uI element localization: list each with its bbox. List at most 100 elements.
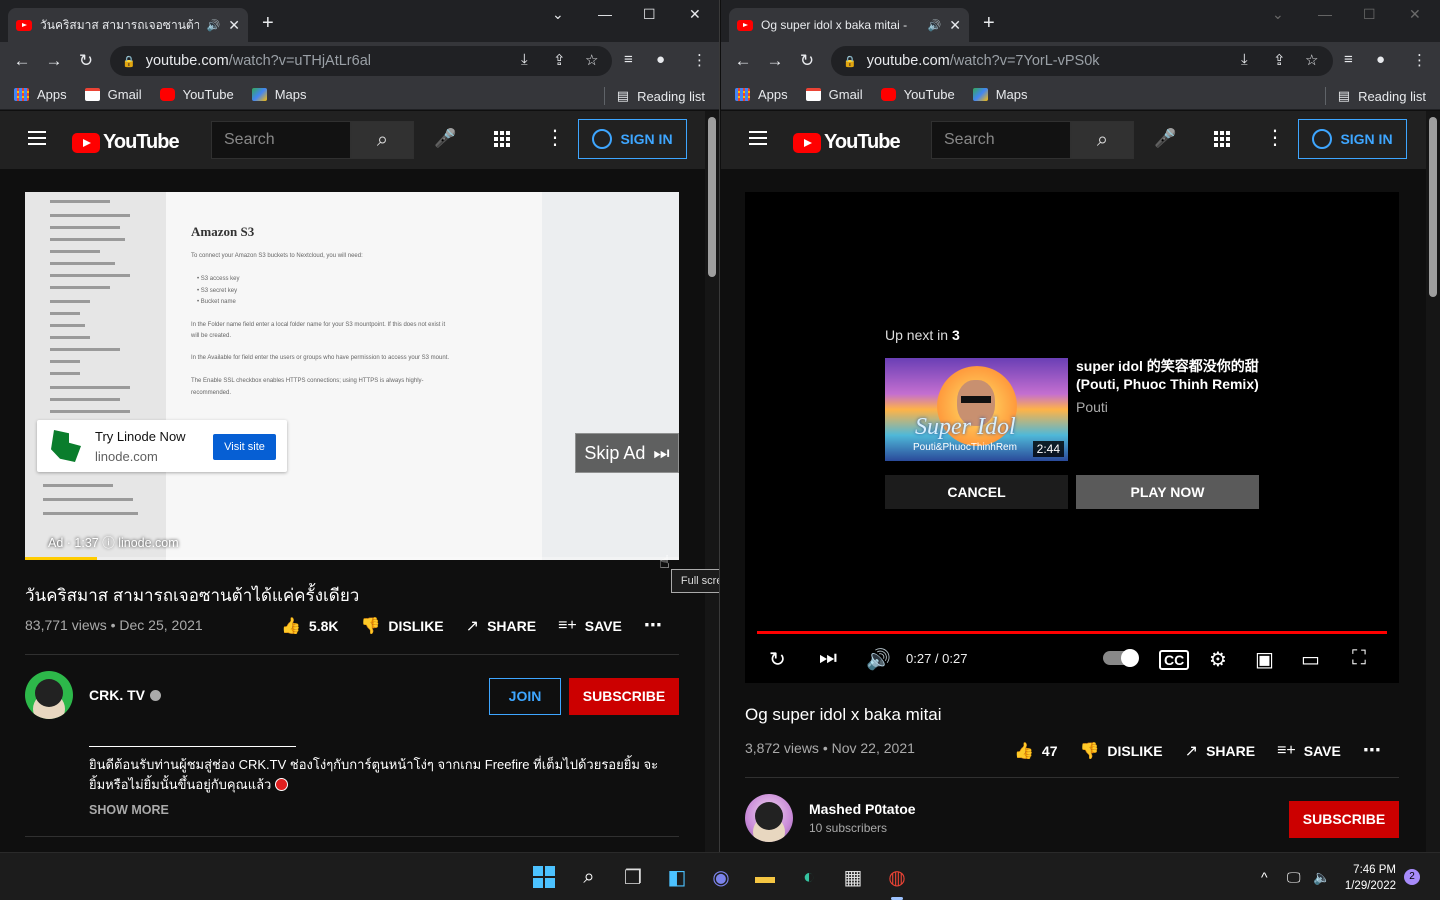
new-tab-button[interactable]: + <box>983 12 995 35</box>
file-explorer-icon[interactable]: ▬ <box>752 864 778 890</box>
settings-gear-icon[interactable]: ⚙ <box>1209 647 1227 672</box>
dislike-button[interactable]: 👎 DISLIKE <box>361 616 444 636</box>
captions-icon[interactable]: CC <box>1159 650 1190 670</box>
bookmark-gmail[interactable]: Gmail <box>84 87 142 102</box>
bookmark-maps[interactable]: Maps <box>972 87 1027 102</box>
microphone-icon[interactable]: 🎤 <box>434 128 456 149</box>
bookmark-maps[interactable]: Maps <box>251 87 306 102</box>
sign-in-button[interactable]: SIGN IN <box>1298 119 1407 159</box>
channel-avatar[interactable] <box>25 671 73 719</box>
more-options-icon[interactable]: ⋮ <box>545 128 565 148</box>
minimize-button[interactable]: — <box>1318 6 1332 22</box>
apps-icon[interactable] <box>1214 131 1230 147</box>
bookmark-youtube[interactable]: YouTube <box>880 87 955 102</box>
bookmark-star-icon[interactable]: ☆ <box>1305 51 1318 69</box>
forward-arrow-icon[interactable]: → <box>759 51 791 71</box>
sign-in-button[interactable]: SIGN IN <box>578 119 687 159</box>
scrollbar[interactable] <box>705 111 719 852</box>
apps-icon[interactable] <box>494 131 510 147</box>
chrome-icon[interactable]: ◍ <box>884 864 910 890</box>
teams-chat-icon[interactable]: ◉ <box>708 864 734 890</box>
chevron-up-icon[interactable]: ^ <box>1261 869 1268 885</box>
search-input[interactable]: Search <box>211 121 351 159</box>
up-next-title[interactable]: super idol 的笑容都没你的甜 (Pouti, Phuoc Thinh … <box>1076 357 1276 393</box>
edge-icon[interactable]: ◐ <box>796 864 822 890</box>
info-icon[interactable]: ⓘ <box>102 536 115 550</box>
search-button[interactable]: ⌕ <box>351 121 414 159</box>
reload-icon[interactable]: ↻ <box>70 51 102 71</box>
media-control-icon[interactable]: ≡ <box>1344 51 1353 68</box>
reading-list-button[interactable]: ▤ Reading list <box>603 87 705 105</box>
search-button[interactable]: ⌕ <box>1071 121 1134 159</box>
subscribe-button[interactable]: SUBSCRIBE <box>1289 801 1399 838</box>
store-icon[interactable]: ▦ <box>840 864 866 890</box>
youtube-logo[interactable]: YouTube <box>72 131 180 154</box>
next-icon[interactable]: ⏭ <box>819 647 837 670</box>
bookmark-apps[interactable]: Apps <box>735 87 788 102</box>
profile-icon[interactable]: ● <box>656 51 665 68</box>
close-window-button[interactable]: ✕ <box>689 6 701 23</box>
volume-muted-icon[interactable]: 🔈 <box>1313 869 1330 886</box>
scrollbar[interactable] <box>1426 111 1440 852</box>
dislike-button[interactable]: 👎 DISLIKE <box>1080 741 1163 761</box>
scrollbar-thumb[interactable] <box>1429 117 1437 297</box>
close-window-button[interactable]: ✕ <box>1409 6 1421 23</box>
address-bar[interactable]: 🔒 youtube.com/watch?v=uTHjAtLr6al <box>110 46 612 76</box>
channel-name[interactable]: CRK. TV <box>89 687 161 703</box>
like-button[interactable]: 👍 47 <box>1014 741 1058 761</box>
bookmark-apps[interactable]: Apps <box>14 87 67 102</box>
bookmark-star-icon[interactable]: ☆ <box>585 51 598 69</box>
up-next-thumbnail[interactable]: Super Idol Pouti&PhuocThinhRem 2:44 <box>885 358 1068 461</box>
profile-icon[interactable]: ● <box>1376 51 1385 68</box>
network-icon[interactable]: 🖵 <box>1287 869 1301 886</box>
autoplay-toggle[interactable] <box>1103 649 1139 667</box>
search-icon[interactable]: ⌕ <box>576 864 602 890</box>
back-arrow-icon[interactable]: ← <box>727 51 759 71</box>
skip-ad-button[interactable]: Skip Ad ⏭ <box>575 433 679 473</box>
reading-list-button[interactable]: ▤ Reading list <box>1324 87 1426 105</box>
minimize-button[interactable]: — <box>598 6 612 22</box>
speaker-icon[interactable]: 🔊 <box>928 19 942 32</box>
menu-icon[interactable] <box>749 131 767 145</box>
youtube-logo[interactable]: YouTube <box>793 131 901 154</box>
install-icon[interactable]: ⤓ <box>1241 51 1248 68</box>
share-button[interactable]: ↗ SHARE <box>466 616 536 636</box>
maximize-button[interactable]: ☐ <box>643 6 656 23</box>
scrollbar-thumb[interactable] <box>708 117 716 277</box>
more-actions-icon[interactable]: ⋯ <box>1363 740 1381 761</box>
miniplayer-icon[interactable]: ▣ <box>1255 647 1274 672</box>
more-actions-icon[interactable]: ⋯ <box>644 615 662 636</box>
reload-icon[interactable]: ↻ <box>791 51 823 71</box>
microphone-icon[interactable]: 🎤 <box>1154 128 1176 149</box>
install-icon[interactable]: ⤓ <box>521 51 528 68</box>
bookmark-gmail[interactable]: Gmail <box>805 87 863 102</box>
channel-avatar[interactable] <box>745 794 793 842</box>
chrome-menu-icon[interactable]: ⋮ <box>1412 51 1427 69</box>
share-page-icon[interactable]: ⇪ <box>1273 51 1286 69</box>
widgets-icon[interactable]: ◧ <box>664 864 690 890</box>
notification-badge[interactable]: 2 <box>1404 869 1420 885</box>
fullscreen-icon[interactable]: ⛶ <box>1352 647 1366 670</box>
video-player[interactable]: Amazon S3 To connect your Amazon S3 buck… <box>25 192 679 560</box>
ad-overlay-card[interactable]: Try Linode Now linode.com Visit site <box>37 420 287 472</box>
system-clock[interactable]: 7:46 PM 1/29/2022 <box>1338 862 1396 894</box>
tab-search-icon[interactable]: ⌄ <box>1272 6 1284 23</box>
save-button[interactable]: ≡+ SAVE <box>558 617 622 635</box>
close-tab-icon[interactable]: ✕ <box>949 17 961 34</box>
windows-start-icon[interactable] <box>531 864 557 890</box>
video-player[interactable]: Up next in 3 Super Idol Pouti&PhuocThinh… <box>745 192 1399 683</box>
forward-arrow-icon[interactable]: → <box>38 51 70 71</box>
browser-tab[interactable]: Og super idol x baka mitai - 🔊 ✕ <box>729 8 969 42</box>
subscribe-button[interactable]: SUBSCRIBE <box>569 678 679 715</box>
menu-icon[interactable] <box>28 131 46 145</box>
theater-mode-icon[interactable]: ▭ <box>1301 647 1320 672</box>
chrome-menu-icon[interactable]: ⋮ <box>692 51 707 69</box>
tab-search-icon[interactable]: ⌄ <box>552 6 564 23</box>
new-tab-button[interactable]: + <box>262 12 274 35</box>
close-tab-icon[interactable]: ✕ <box>228 17 240 34</box>
visit-site-button[interactable]: Visit site <box>213 434 276 460</box>
more-options-icon[interactable]: ⋮ <box>1265 128 1285 148</box>
maximize-button[interactable]: ☐ <box>1363 6 1376 23</box>
like-button[interactable]: 👍 5.8K <box>281 616 339 636</box>
task-view-icon[interactable]: ❐ <box>620 864 646 890</box>
